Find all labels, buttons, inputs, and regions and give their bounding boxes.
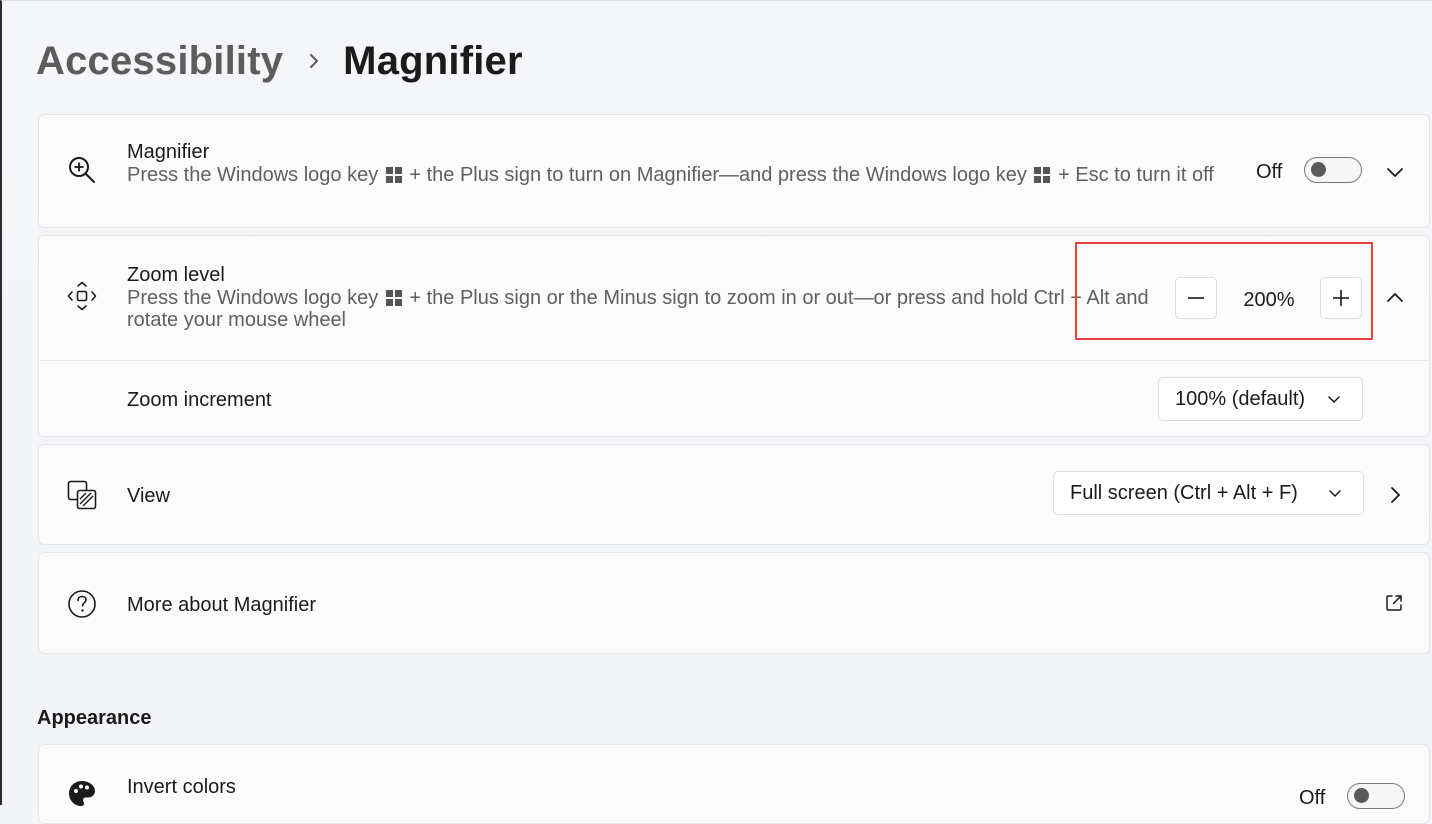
magnifier-description: Press the Windows logo key + the Plus si…: [127, 164, 1232, 186]
zoom-increment-selected: 100% (default): [1175, 387, 1306, 410]
palette-icon: [67, 779, 97, 809]
chevron-down-icon: [1329, 490, 1341, 497]
divider: [39, 360, 1429, 361]
magnifier-desc-part1: Press the Windows logo key: [127, 164, 379, 186]
chevron-right-icon[interactable]: [1385, 485, 1405, 505]
zoom-level-desc-part1: Press the Windows logo key: [127, 287, 379, 309]
view-dropdown[interactable]: Full screen (Ctrl + Alt + F): [1053, 471, 1364, 515]
breadcrumb: Accessibility Magnifier: [36, 33, 523, 89]
page-title: Magnifier: [343, 38, 523, 83]
toggle-knob: [1354, 788, 1369, 803]
magnifier-title: Magnifier: [127, 141, 210, 163]
zoom-level-icon: [67, 281, 97, 311]
view-card[interactable]: View Full screen (Ctrl + Alt + F): [38, 444, 1430, 545]
chevron-down-icon: [1328, 396, 1340, 403]
zoom-in-icon: [67, 155, 97, 185]
help-icon: [67, 589, 97, 619]
highlight-box: [1075, 242, 1373, 340]
magnifier-desc-part3: + Esc to turn it off: [1058, 164, 1214, 186]
magnifier-toggle-state: Off: [1256, 161, 1283, 183]
invert-colors-toggle-state: Off: [1299, 787, 1326, 809]
magnifier-toggle[interactable]: [1304, 157, 1362, 183]
open-external-icon[interactable]: [1384, 593, 1404, 613]
breadcrumb-accessibility[interactable]: Accessibility: [36, 39, 283, 84]
chevron-down-icon[interactable]: [1385, 162, 1405, 182]
windows-logo-icon: [1034, 167, 1051, 183]
chevron-right-icon: [307, 51, 321, 71]
more-about-label: More about Magnifier: [127, 594, 316, 616]
appearance-header: Appearance: [37, 707, 152, 729]
invert-colors-toggle[interactable]: [1347, 783, 1405, 809]
view-label: View: [127, 485, 170, 507]
windows-logo-icon: [385, 167, 402, 183]
toggle-knob: [1311, 162, 1326, 177]
zoom-increment-dropdown[interactable]: 100% (default): [1158, 377, 1363, 421]
zoom-increment-label: Zoom increment: [127, 389, 272, 411]
magnifier-desc-part2: + the Plus sign to turn on Magnifier—and…: [409, 164, 1027, 186]
invert-colors-card[interactable]: Invert colors Off: [38, 744, 1430, 824]
windows-logo-icon: [385, 290, 402, 306]
settings-window: Accessibility Magnifier Magnifier Press …: [0, 0, 1432, 824]
view-icon: [67, 480, 97, 510]
more-about-card[interactable]: More about Magnifier: [38, 552, 1430, 654]
chevron-up-icon[interactable]: [1385, 288, 1405, 308]
zoom-level-title: Zoom level: [127, 264, 225, 286]
invert-colors-title: Invert colors: [127, 776, 236, 798]
zoom-level-description: Press the Windows logo key + the Plus si…: [127, 287, 1157, 331]
view-selected: Full screen (Ctrl + Alt + F): [1070, 481, 1298, 504]
magnifier-card[interactable]: Magnifier Press the Windows logo key + t…: [38, 114, 1430, 228]
